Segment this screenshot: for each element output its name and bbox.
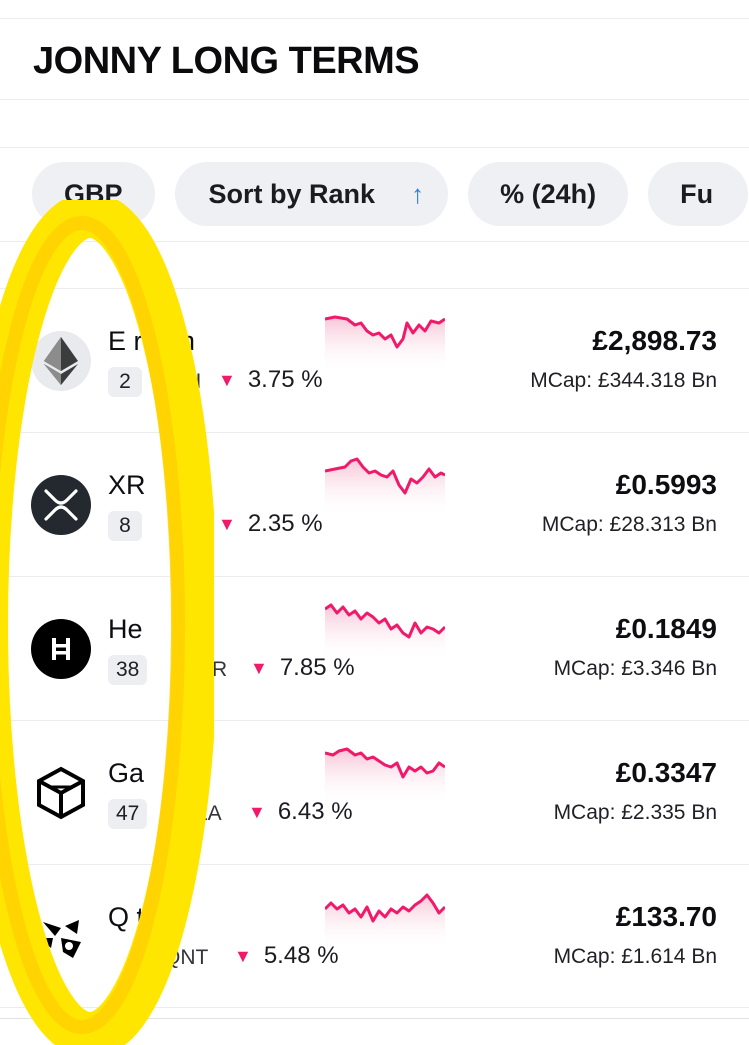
coin-price: £0.5993 <box>615 469 717 500</box>
price-change: ▼ 5.48 % <box>234 942 339 970</box>
down-triangle-icon: ▼ <box>234 945 252 966</box>
top-divider <box>0 18 749 19</box>
footer-divider <box>0 1018 749 1019</box>
more-filter-chip[interactable]: Fu <box>648 162 749 226</box>
price-change: ▼ 3.75 % <box>218 366 323 394</box>
change-value: 2.35 % <box>247 510 323 537</box>
list-divider <box>0 241 749 242</box>
filter-bar: GBP Sort by Rank ↑ % (24h) Fu <box>32 162 749 226</box>
sparkline-chart <box>325 893 445 949</box>
filter-divider <box>0 147 749 148</box>
rank-badge: 47 <box>108 799 148 829</box>
down-triangle-icon: ▼ <box>218 513 236 534</box>
currency-chip[interactable]: GBP <box>32 162 155 226</box>
sort-arrow-up-icon: ↑ <box>411 178 425 209</box>
ethereum-icon <box>31 331 91 391</box>
list-bottom-divider <box>0 1007 749 1008</box>
coin-symbol: LA <box>196 802 222 825</box>
rank-badge: 8 <box>108 511 142 541</box>
coin-row-quant[interactable]: Q t QNT ▼ 5.48 % £133.70 MCap: £1.614 Bn <box>0 864 749 1008</box>
coin-price: £0.1849 <box>615 613 717 644</box>
market-cap: MCap: £2.335 Bn <box>553 801 717 824</box>
coin-row-gala[interactable]: Ga 47 LA ▼ 6.43 % £0.3347 MCap: £2.335 B… <box>0 720 749 864</box>
down-triangle-icon: ▼ <box>250 657 268 678</box>
coin-symbol: R <box>212 658 228 681</box>
coin-name: He <box>108 614 143 644</box>
xrp-icon <box>31 475 91 535</box>
coin-price: £133.70 <box>615 901 717 932</box>
coin-row-xrp[interactable]: XR 8 ▼ 2.35 % £0.5993 MCap: £28.313 Bn <box>0 432 749 576</box>
page-title: JONNY LONG TERMS <box>33 40 420 82</box>
change-value: 3.75 % <box>247 366 323 393</box>
hedera-icon <box>31 619 91 679</box>
rank-badge: 2 <box>108 367 142 397</box>
coin-row-hedera[interactable]: He 38 R ▼ 7.85 % £0.1849 MCap: £3.346 Bn <box>0 576 749 720</box>
quant-icon <box>31 907 91 967</box>
coin-row-ethereum[interactable]: E reum 2 H ▼ 3.75 % £2,898.73 MCap: £344… <box>0 288 749 432</box>
coin-name: Q t <box>108 902 145 932</box>
down-triangle-icon: ▼ <box>218 369 236 390</box>
price-change: ▼ 2.35 % <box>218 510 323 538</box>
change-period-chip[interactable]: % (24h) <box>468 162 629 226</box>
coin-symbol: H <box>186 370 202 393</box>
coin-name: Ga <box>108 758 145 788</box>
market-cap: MCap: £3.346 Bn <box>553 657 717 680</box>
market-cap: MCap: £344.318 Bn <box>530 369 717 392</box>
title-divider <box>0 99 749 100</box>
coin-symbol: QNT <box>164 946 209 969</box>
rank-badge: 38 <box>108 655 148 685</box>
down-triangle-icon: ▼ <box>248 801 266 822</box>
sparkline-chart <box>325 747 445 805</box>
sparkline-chart <box>325 457 445 517</box>
sort-chip[interactable]: Sort by Rank ↑ <box>174 162 449 226</box>
coin-price: £2,898.73 <box>592 325 717 356</box>
coin-price: £0.3347 <box>615 757 717 788</box>
gala-icon <box>31 763 91 823</box>
sort-label: Sort by Rank <box>208 178 376 209</box>
coin-name: E reum <box>108 326 196 356</box>
coin-name: XR <box>108 470 146 500</box>
market-cap: MCap: £1.614 Bn <box>553 945 717 968</box>
market-cap: MCap: £28.313 Bn <box>541 513 717 536</box>
sparkline-chart <box>325 603 445 661</box>
sparkline-chart <box>325 315 445 373</box>
